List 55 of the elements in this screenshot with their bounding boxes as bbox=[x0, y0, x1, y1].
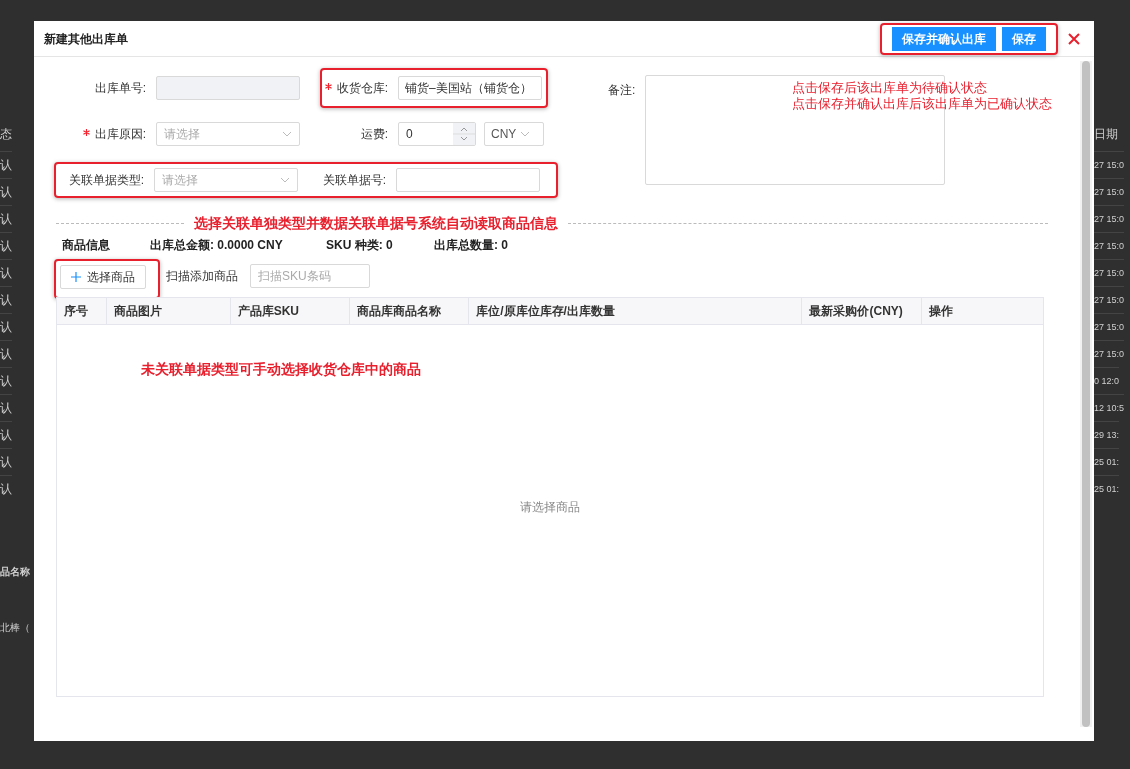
stepper-icon[interactable] bbox=[453, 123, 475, 145]
annotation-note: 点击保存后该出库单为待确认状态 bbox=[792, 80, 989, 96]
column-header: 产品库SKU bbox=[230, 298, 351, 324]
table-cell: 认 bbox=[0, 313, 12, 340]
table-cell: 认 bbox=[0, 340, 12, 367]
table-cell: 认 bbox=[0, 232, 12, 259]
table-cell: 认 bbox=[0, 205, 12, 232]
annotation-note: 未关联单据类型可手动选择收货仓库中的商品 bbox=[141, 360, 421, 379]
table-cell: 认 bbox=[0, 259, 12, 286]
column-header: 商品库商品名称 bbox=[350, 298, 470, 324]
field-label: 备注: bbox=[608, 82, 636, 99]
section-title: 商品信息 bbox=[62, 237, 111, 254]
field-label: 出库原因: bbox=[94, 126, 146, 143]
field-label: 关联单据类型: bbox=[68, 172, 144, 189]
scan-sku-field[interactable]: 扫描SKU条码 bbox=[250, 264, 370, 288]
freight-input[interactable]: 0 bbox=[398, 122, 476, 146]
warehouse-select[interactable]: 铺货–美国站（铺货仓） bbox=[398, 76, 542, 100]
annotation-note: 点击保存并确认出库后该出库单为已确认状态 bbox=[792, 96, 1053, 112]
currency-select[interactable]: CNY bbox=[484, 122, 544, 146]
table-cell: 认 bbox=[0, 178, 12, 205]
field-label: 关联单据号: bbox=[322, 172, 386, 189]
table-cell: 认 bbox=[0, 367, 12, 394]
table-cell: 认 bbox=[0, 286, 12, 313]
column-header: 商品图片 bbox=[106, 298, 231, 324]
summary-text: 出库总数量: 0 bbox=[434, 237, 508, 254]
column-header: 日期 bbox=[1094, 126, 1118, 143]
plus-icon bbox=[71, 272, 81, 282]
chevron-down-icon bbox=[520, 131, 531, 137]
dialog-title: 新建其他出库单 bbox=[44, 30, 128, 48]
table-cell: 认 bbox=[0, 151, 12, 178]
table-cell: 认 bbox=[0, 394, 12, 421]
summary-text: 出库总金额: 0.0000 CNY bbox=[150, 237, 284, 254]
link-number-input[interactable] bbox=[396, 168, 540, 192]
column-header: 品名称 bbox=[0, 565, 30, 579]
table-cell: 认 bbox=[0, 421, 12, 448]
scan-label: 扫描添加商品 bbox=[166, 268, 238, 285]
select-goods-button[interactable]: 选择商品 bbox=[60, 265, 146, 289]
summary-text: SKU 种类: 0 bbox=[326, 237, 394, 254]
empty-message: 请选择商品 bbox=[520, 499, 580, 516]
chevron-down-icon bbox=[280, 177, 290, 183]
field-label: 收货仓库: bbox=[336, 80, 388, 97]
annotation-note: 选择关联单独类型并数据关联单据号系统自动读取商品信息 bbox=[193, 213, 559, 233]
table-cell: 认 bbox=[0, 475, 12, 502]
column-header: 最新采购价(CNY) bbox=[802, 298, 923, 324]
table-cell-text: 北棒（ bbox=[0, 621, 30, 635]
column-header: 库位/原库位库存/出库数量 bbox=[469, 298, 803, 324]
field-label: 出库单号: bbox=[94, 80, 146, 97]
column-header: 序号 bbox=[57, 298, 107, 324]
column-header: 操作 bbox=[928, 303, 955, 320]
chevron-down-icon bbox=[282, 131, 292, 137]
column-header: 态 bbox=[0, 126, 12, 143]
table-cell: 认 bbox=[0, 448, 12, 475]
field-label: 运费: bbox=[360, 126, 388, 143]
scrollbar-thumb[interactable] bbox=[1082, 61, 1090, 727]
close-icon[interactable] bbox=[1068, 32, 1080, 45]
